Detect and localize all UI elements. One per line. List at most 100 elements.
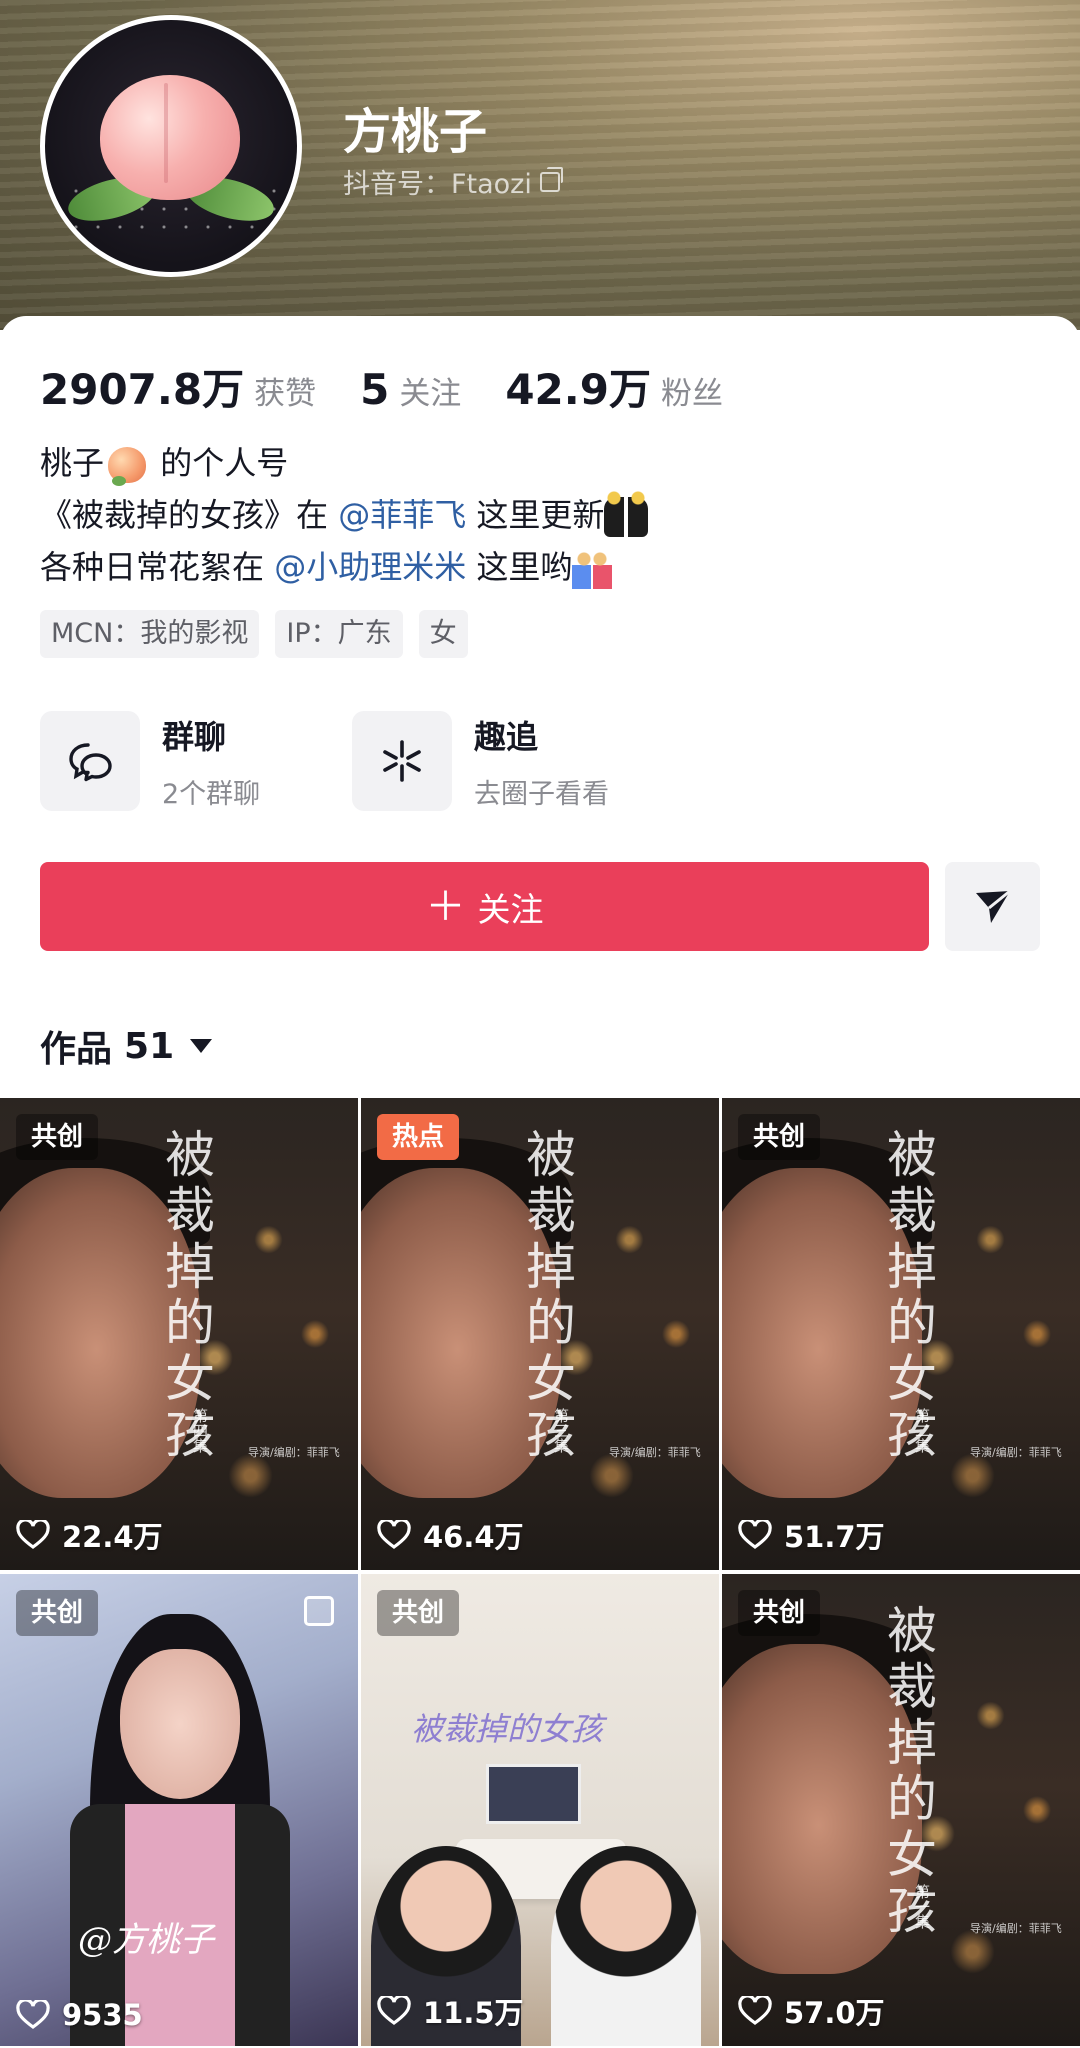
poster-credit: 导演/编剧：菲菲飞 (970, 1922, 1062, 1935)
profile-stats: 2907.8万 获赞 5 关注 42.9万 粉丝 (40, 356, 767, 417)
tag-gender: 女 (418, 610, 468, 658)
bio-text: 《被裁掉的女孩》在 (40, 496, 339, 534)
bio-line: 桃子 的个人号 (40, 437, 648, 489)
video-badge-hot: 热点 (377, 1114, 460, 1160)
heart-icon (738, 1520, 772, 1549)
likes-count: 22.4万 (62, 1520, 163, 1554)
kids-emoji-icon (572, 549, 613, 589)
profile-name: 方桃子 (343, 104, 488, 160)
likes-count: 51.7万 (784, 1520, 885, 1554)
profile-bio: 桃子 的个人号 《被裁掉的女孩》在 @菲菲飞 这里更新 各种日常花絮在 @小助理… (40, 437, 649, 593)
heart-icon (377, 1996, 411, 2025)
video-badge: 共创 (16, 1114, 99, 1160)
heart-icon (16, 1520, 50, 1549)
bio-text: 的个人号 (150, 444, 289, 482)
douyin-id[interactable]: 抖音号：Ftaozi (343, 162, 563, 201)
video-likes: 22.4万 (16, 1514, 163, 1556)
video-grid: 被裁掉的女孩 第四集 导演/编剧：菲菲飞 共创 22.4万 被裁掉的女孩 第三集… (0, 1098, 1080, 2046)
share-button[interactable] (945, 862, 1040, 951)
bio-text: 各种日常花絮在 (40, 548, 275, 586)
bio-text: 这里更新 (466, 496, 605, 534)
entry-quzhui[interactable]: 趣追 去圈子看看 (352, 711, 664, 811)
video-badge: 共创 (738, 1114, 821, 1160)
follow-button[interactable]: ＋ 关注 (40, 862, 929, 951)
entry-subtitle: 2个群聊 (162, 778, 261, 810)
peach-icon (100, 75, 240, 200)
entry-title: 趣追 (474, 717, 539, 756)
heart-icon (738, 1996, 772, 2025)
tag-ip: IP：广东 (275, 610, 403, 658)
entry-group-chat[interactable]: 群聊 2个群聊 (40, 711, 352, 811)
mention-link[interactable]: @菲菲飞 (338, 496, 466, 534)
sparkle-icon (352, 711, 452, 811)
stat-label: 关注 (399, 376, 462, 412)
works-label: 作品 (40, 1029, 113, 1070)
stat-number: 42.9万 (505, 365, 651, 414)
poster-credit: 导演/编剧：菲菲飞 (970, 1446, 1062, 1459)
bunny-emoji-icon (604, 491, 649, 537)
plus-icon: ＋ (425, 883, 466, 930)
copy-icon[interactable] (539, 166, 563, 192)
video-badge: 共创 (738, 1590, 821, 1636)
stat-number: 2907.8万 (40, 365, 245, 414)
poster-title: 被裁掉的女孩 (518, 1128, 576, 1464)
video-likes: 51.7万 (738, 1514, 885, 1556)
douyin-id-text: 抖音号：Ftaozi (343, 169, 532, 200)
video-tile[interactable]: 被裁掉的女孩 第四集 导演/编剧：菲菲飞 共创 22.4万 (0, 1098, 358, 1570)
poster-episode: 第三集 (552, 1408, 570, 1453)
poster-credit: 导演/编剧：菲菲飞 (248, 1446, 340, 1459)
works-count: 51 (124, 1025, 175, 1067)
bio-line: 《被裁掉的女孩》在 @菲菲飞 这里更新 (40, 489, 649, 541)
stat-likes[interactable]: 2907.8万 获赞 (40, 356, 316, 417)
stat-label: 获赞 (254, 376, 317, 412)
feature-entries: 群聊 2个群聊 趣追 去圈子看看 (40, 711, 664, 811)
video-overlay-text: 被裁掉的女孩 (411, 1710, 604, 1748)
send-icon (975, 889, 1011, 923)
stat-following[interactable]: 5 关注 (360, 365, 461, 414)
video-overlay-text: @方桃子 (78, 1920, 214, 1960)
heart-icon (16, 2000, 50, 2029)
video-likes: 9535 (16, 1998, 143, 2032)
video-tile[interactable]: 被裁掉的女孩 第二集 导演/编剧：菲菲飞 共创 51.7万 (722, 1098, 1080, 1570)
video-likes: 57.0万 (738, 1990, 885, 2032)
likes-count: 9535 (62, 1998, 143, 2032)
profile-tags: MCN：我的影视 IP：广东 女 (40, 610, 468, 658)
tag-mcn[interactable]: MCN：我的影视 (40, 610, 260, 658)
entry-subtitle: 去圈子看看 (474, 778, 609, 810)
follow-label: 关注 (477, 889, 544, 929)
peach-emoji-icon (108, 447, 147, 486)
video-tile[interactable]: 被裁掉的女孩 第一集 导演/编剧：菲菲飞 共创 57.0万 (722, 1574, 1080, 2046)
room-painting (486, 1764, 581, 1824)
video-tile[interactable]: 被裁掉的女孩 第三集 导演/编剧：菲菲飞 热点 46.4万 (361, 1098, 719, 1570)
girl-face (120, 1649, 240, 1799)
poster-episode: 第四集 (191, 1408, 209, 1453)
video-tile[interactable]: @方桃子 共创 9535 (0, 1574, 358, 2046)
stat-label: 粉丝 (660, 376, 723, 412)
poster-title: 被裁掉的女孩 (879, 1128, 937, 1464)
video-likes: 46.4万 (377, 1514, 524, 1556)
entry-title: 群聊 (162, 717, 227, 756)
mention-link[interactable]: @小助理米米 (274, 548, 466, 586)
video-badge: 共创 (16, 1590, 99, 1636)
works-tab[interactable]: 作品 51 (40, 1020, 213, 1072)
profile-avatar[interactable] (40, 15, 302, 277)
stat-number: 5 (360, 365, 390, 414)
video-badge: 共创 (377, 1590, 460, 1636)
triangle-down-icon (190, 1039, 213, 1053)
bio-text: 这里哟 (466, 548, 573, 586)
likes-count: 46.4万 (423, 1520, 524, 1554)
video-tile[interactable]: 被裁掉的女孩 共创 11.5万 (361, 1574, 719, 2046)
poster-title: 被裁掉的女孩 (879, 1604, 937, 1940)
heart-icon (377, 1520, 411, 1549)
stat-followers[interactable]: 42.9万 粉丝 (505, 356, 723, 417)
chat-bubble-icon (40, 711, 140, 811)
bio-text: 桃子 (40, 444, 105, 482)
likes-count: 11.5万 (423, 1996, 524, 2030)
person-figure (551, 1846, 701, 2046)
video-likes: 11.5万 (377, 1990, 524, 2032)
likes-count: 57.0万 (784, 1996, 885, 2030)
bio-line: 各种日常花絮在 @小助理米米 这里哟 (40, 541, 648, 593)
poster-episode: 第一集 (913, 1884, 931, 1929)
poster-episode: 第二集 (913, 1408, 931, 1453)
poster-credit: 导演/编剧：菲菲飞 (609, 1446, 701, 1459)
